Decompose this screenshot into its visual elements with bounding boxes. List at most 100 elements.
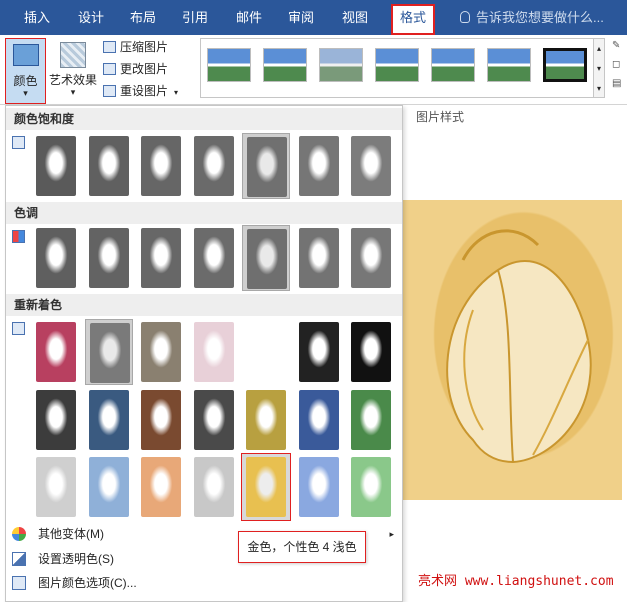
color-option-thumb[interactable]: [347, 319, 395, 385]
tell-me-search[interactable]: 告诉我您想要做什么...: [460, 0, 604, 35]
rosebud-preview: [141, 136, 181, 196]
color-option-thumb[interactable]: [137, 133, 185, 199]
picture-style-thumb[interactable]: [207, 48, 251, 82]
rosebud-preview: [193, 457, 234, 517]
rosebud-preview: [246, 390, 286, 450]
color-option-thumb[interactable]: [137, 454, 185, 520]
color-wheel-icon: [12, 527, 26, 541]
chevron-down-icon: ▾: [70, 87, 76, 97]
color-option-thumb[interactable]: [137, 225, 185, 291]
rosebud-preview: [141, 322, 181, 382]
rosebud-preview: [247, 229, 287, 289]
picture-style-thumb[interactable]: [487, 48, 531, 82]
picture-effects-icon[interactable]: ◻: [612, 59, 626, 70]
color-option-thumb[interactable]: [347, 133, 395, 199]
rosebud-preview: [141, 390, 181, 450]
gallery-more-icon[interactable]: ▾: [594, 79, 604, 99]
tab-references[interactable]: 引用: [170, 0, 220, 35]
tab-review[interactable]: 审阅: [276, 0, 326, 35]
tab-design[interactable]: 设计: [66, 0, 116, 35]
color-option-thumb[interactable]: [190, 387, 238, 453]
picture-color-icon: [13, 44, 39, 66]
color-option-thumb[interactable]: [190, 319, 238, 385]
color-button-label: 颜色: [13, 74, 38, 88]
color-option-thumb[interactable]: [295, 319, 343, 385]
color-option-thumb[interactable]: [242, 225, 290, 291]
color-option-thumb[interactable]: [241, 453, 291, 521]
reset-picture-icon: [103, 85, 116, 97]
color-option-thumb[interactable]: [190, 225, 238, 291]
color-option-thumb[interactable]: [32, 319, 80, 385]
color-option-thumb[interactable]: [137, 387, 185, 453]
color-option-thumb[interactable]: [32, 387, 80, 453]
picture-style-thumb[interactable]: [375, 48, 419, 82]
rosebud-preview: [193, 390, 234, 450]
tab-mailings[interactable]: 邮件: [224, 0, 274, 35]
color-option-thumb[interactable]: [32, 225, 80, 291]
picture-style-thumb[interactable]: [431, 48, 475, 82]
picture-style-thumb[interactable]: [263, 48, 307, 82]
saturation-header: 颜色饱和度: [6, 108, 402, 130]
tab-view[interactable]: 视图: [330, 0, 380, 35]
tab-insert[interactable]: 插入: [12, 0, 62, 35]
rosebud-preview: [351, 322, 391, 382]
color-option-thumb[interactable]: [295, 225, 343, 291]
recolor-header: 重新着色: [6, 294, 402, 316]
tab-format[interactable]: 格式: [391, 4, 435, 35]
color-option-thumb[interactable]: [295, 387, 343, 453]
rosebud-preview: [88, 228, 129, 288]
rosebud-preview: [298, 136, 339, 196]
color-option-thumb[interactable]: [190, 133, 238, 199]
ribbon-tab-bar: 插入 设计 布局 引用 邮件 审阅 视图 格式 告诉我您想要做什么...: [0, 0, 627, 35]
tooltip: 金色，个性色 4 浅色: [238, 531, 366, 563]
rosebud-image: [446, 229, 592, 464]
color-option-thumb[interactable]: [32, 454, 80, 520]
set-transparent-label: 设置透明色(S): [38, 552, 114, 566]
color-option-thumb[interactable]: [85, 387, 133, 453]
rosebud-preview: [247, 137, 287, 197]
color-option-thumb[interactable]: [295, 454, 343, 520]
color-button[interactable]: 颜色 ▾: [5, 38, 46, 104]
color-option-thumb[interactable]: [347, 387, 395, 453]
rosebud-preview: [141, 228, 181, 288]
color-option-thumb[interactable]: [85, 454, 133, 520]
rosebud-preview: [36, 457, 76, 517]
chevron-down-icon[interactable]: ▾: [594, 59, 604, 79]
chevron-down-icon: ▾: [23, 88, 28, 98]
picture-style-thumb[interactable]: [319, 48, 363, 82]
submenu-arrow-icon: ▸: [389, 529, 394, 539]
color-option-thumb[interactable]: [84, 319, 133, 385]
chevron-up-icon[interactable]: ▴: [594, 39, 604, 59]
picture-style-thumb[interactable]: [543, 48, 587, 82]
color-option-thumb[interactable]: [32, 133, 80, 199]
compress-label: 压缩图片: [120, 40, 169, 54]
color-option-thumb[interactable]: [242, 133, 290, 199]
picture-border-icon[interactable]: ✎: [612, 40, 626, 51]
rosebud-preview: [351, 457, 391, 517]
artistic-effects-label: 艺术效果: [48, 73, 97, 87]
rosebud-preview: [88, 136, 129, 196]
rosebud-preview: [246, 322, 286, 382]
reset-picture-button[interactable]: 重设图片 ▾: [103, 82, 178, 100]
color-option-thumb[interactable]: [347, 225, 395, 291]
color-option-thumb[interactable]: [85, 133, 133, 199]
document-picture[interactable]: [403, 200, 622, 500]
color-option-thumb[interactable]: [242, 319, 290, 385]
color-options-item[interactable]: 图片颜色选项(C)...: [6, 571, 402, 595]
picture-border-tools[interactable]: ✎ ◻ ▤: [612, 40, 626, 100]
color-option-thumb[interactable]: [347, 454, 395, 520]
artistic-effects-button[interactable]: 艺术效果 ▾: [48, 38, 98, 104]
color-option-thumb[interactable]: [190, 454, 238, 520]
compress-pictures-button[interactable]: 压缩图片: [103, 38, 168, 56]
rosebud-preview: [246, 457, 286, 517]
color-option-thumb[interactable]: [295, 133, 343, 199]
rosebud-preview: [193, 322, 234, 382]
color-option-thumb[interactable]: [85, 225, 133, 291]
color-option-thumb[interactable]: [137, 319, 185, 385]
gallery-scroll[interactable]: ▴ ▾ ▾: [593, 38, 605, 98]
change-picture-button[interactable]: 更改图片: [103, 60, 168, 78]
tab-layout[interactable]: 布局: [118, 0, 168, 35]
color-option-thumb[interactable]: [242, 387, 290, 453]
rosebud-preview: [351, 228, 391, 288]
picture-layout-icon[interactable]: ▤: [612, 78, 626, 89]
